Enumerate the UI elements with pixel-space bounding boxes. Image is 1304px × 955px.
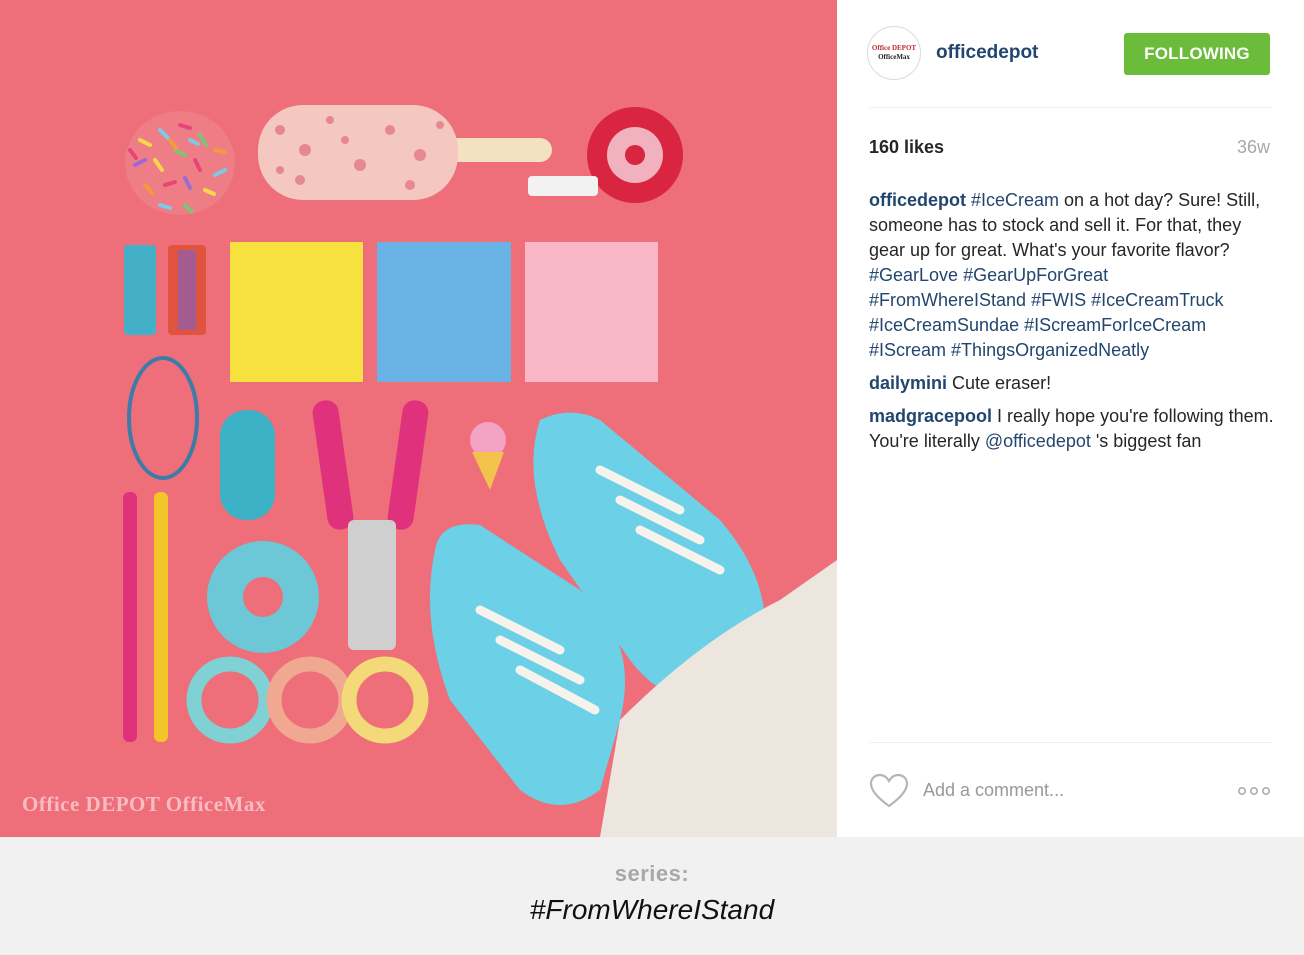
avatar-logo-line2: OfficeMax <box>878 53 910 61</box>
hashtag-link[interactable]: #GearUpForGreat <box>963 265 1108 285</box>
sprinkles-pile <box>125 111 235 215</box>
comment-text: 's biggest fan <box>1090 431 1202 451</box>
series-name: #FromWhereIStand <box>529 894 775 925</box>
sticky-note-pink <box>525 242 658 382</box>
comment-text: Cute eraser! <box>947 373 1052 393</box>
footer-divider <box>869 742 1271 743</box>
hashtag-link[interactable]: #GearLove <box>869 265 958 285</box>
likes-count[interactable]: 160 likes <box>869 137 944 158</box>
caption-username-link[interactable]: officedepot <box>869 190 966 210</box>
post-photo[interactable]: Office DEPOT OfficeMax <box>0 0 837 837</box>
header-divider <box>869 107 1271 108</box>
heart-icon[interactable] <box>869 773 909 809</box>
avatar-logo-line1: Office DEPOT <box>871 44 917 52</box>
series-label: series: <box>614 861 690 886</box>
comment-username-link[interactable]: dailymini <box>869 373 947 393</box>
series-caption: series: #FromWhereIStand <box>0 837 1304 955</box>
hashtag-link[interactable]: #IceCream <box>971 190 1059 210</box>
ice-cream-bar <box>258 105 552 200</box>
sticky-note-yellow <box>230 242 363 382</box>
hashtag-link[interactable]: #FromWhereIStand <box>869 290 1026 310</box>
sticky-note-blue <box>377 242 511 382</box>
comment: madgracepool I really hope you're follow… <box>869 404 1277 454</box>
post-sidebar: Office DEPOT OfficeMax officedepot FOLLO… <box>837 0 1304 837</box>
hashtag-link[interactable]: #IScreamForIceCream <box>1024 315 1206 335</box>
hashtag-link[interactable]: #IceCreamTruck <box>1091 290 1223 310</box>
hashtag-link[interactable]: #ThingsOrganizedNeatly <box>951 340 1149 360</box>
correction-tape <box>528 107 683 203</box>
hashtag-link[interactable]: #IceCreamSundae <box>869 315 1019 335</box>
header-username-link[interactable]: officedepot <box>936 42 1038 64</box>
hashtag-link[interactable]: #IScream <box>869 340 946 360</box>
more-options-icon[interactable] <box>1236 783 1272 799</box>
following-button[interactable]: FOLLOWING <box>1124 33 1270 75</box>
avatar[interactable]: Office DEPOT OfficeMax <box>867 26 921 80</box>
instagram-post: Office DEPOT OfficeMax Office DEPOT Offi… <box>0 0 1304 837</box>
mention-link[interactable]: @officedepot <box>985 431 1091 451</box>
comment: dailymini Cute eraser! <box>869 371 1277 396</box>
caption-block: officedepot #IceCream on a hot day? Sure… <box>869 188 1277 454</box>
hole-punch <box>312 400 429 650</box>
hashtag-link[interactable]: #FWIS <box>1031 290 1086 310</box>
add-comment-input[interactable] <box>923 775 1213 805</box>
post-age[interactable]: 36w <box>1237 137 1270 158</box>
caption: officedepot #IceCream on a hot day? Sure… <box>869 188 1277 363</box>
comment-username-link[interactable]: madgracepool <box>869 406 992 426</box>
photo-watermark: Office DEPOT OfficeMax <box>22 792 266 816</box>
flat-lay-illustration <box>123 105 837 837</box>
